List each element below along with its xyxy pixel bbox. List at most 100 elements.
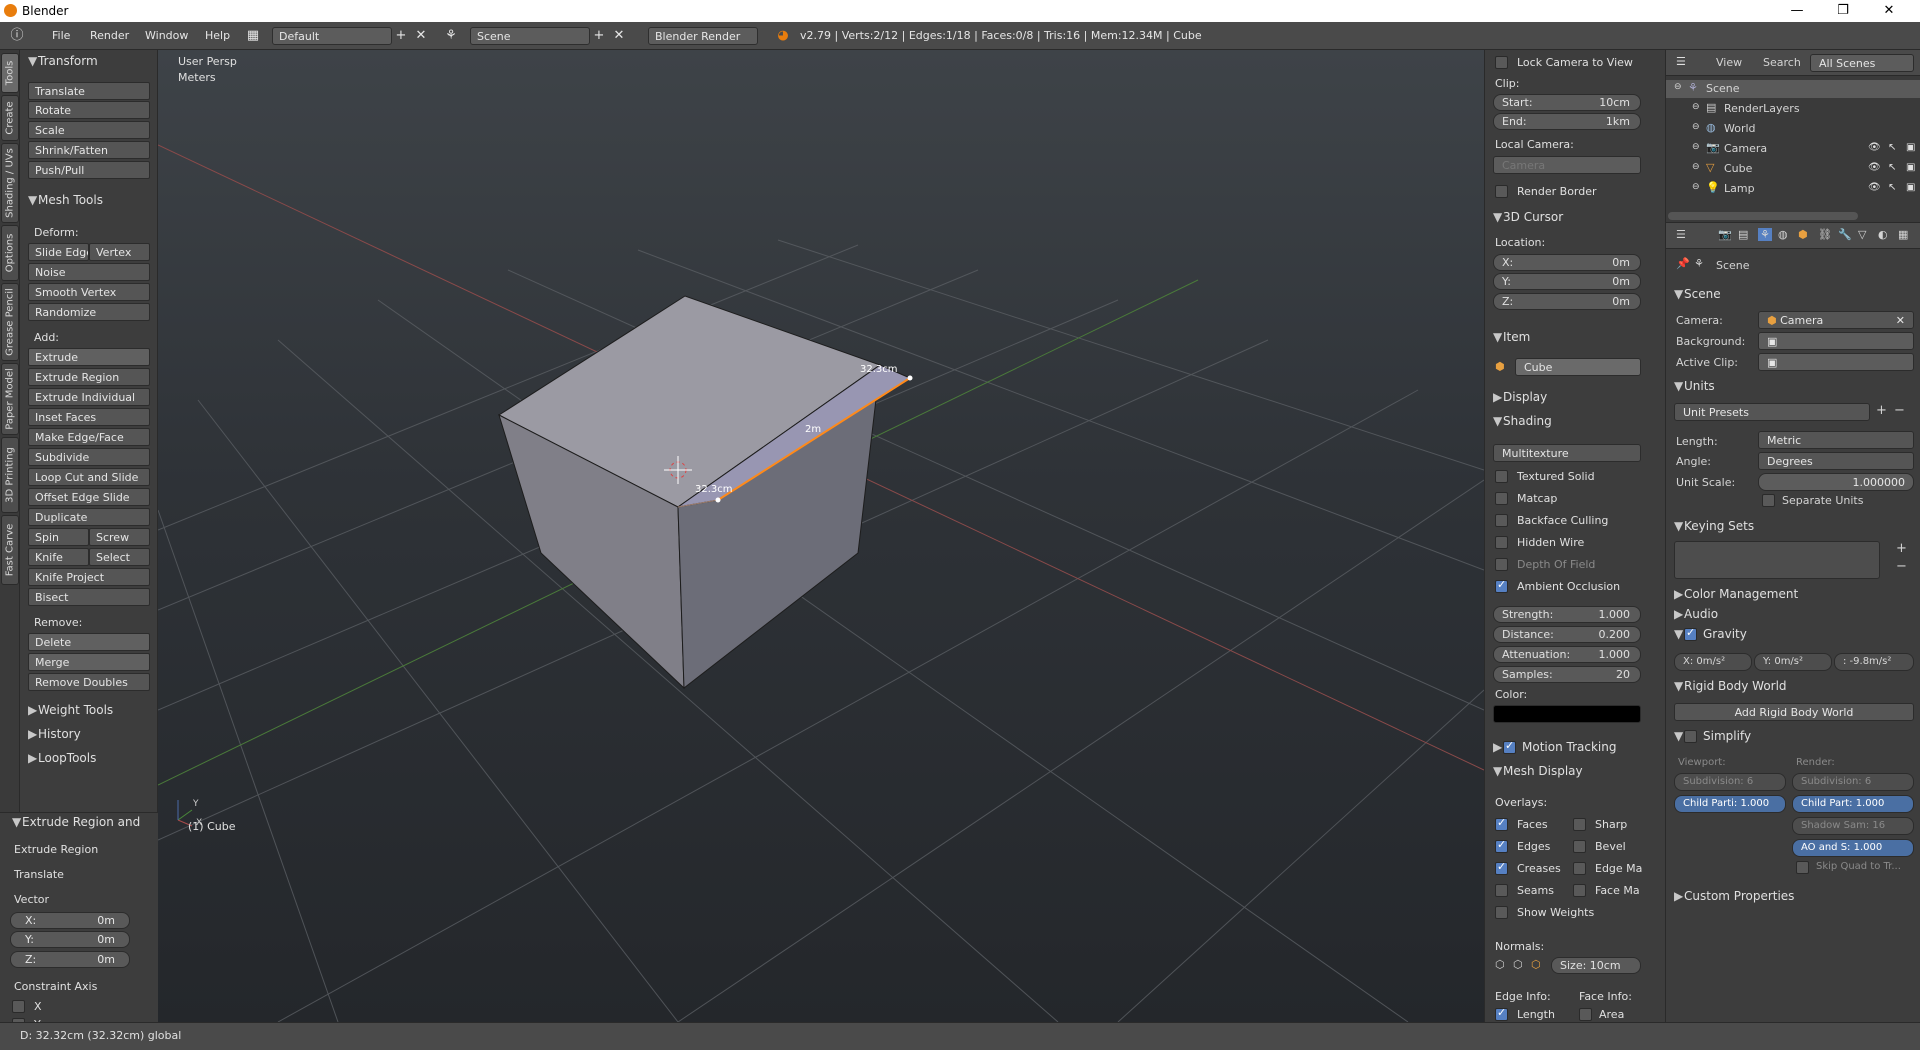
visibility-eye-icon[interactable]: 👁 bbox=[1868, 142, 1881, 153]
constraint-x-checkbox[interactable] bbox=[12, 1000, 25, 1013]
separate-units-checkbox[interactable] bbox=[1762, 494, 1775, 507]
remove-scene-icon[interactable]: ✕ bbox=[610, 27, 628, 45]
render-camera-icon[interactable]: ▣ bbox=[1906, 182, 1915, 193]
gravity-z-field[interactable]: : -9.8m/s² bbox=[1834, 653, 1914, 671]
units-panel-header[interactable]: ▼Units bbox=[1674, 379, 1715, 393]
scene-tab-icon[interactable]: ⚘ bbox=[1758, 228, 1772, 241]
render-layers-tab-icon[interactable]: ▤ bbox=[1738, 228, 1748, 241]
tab-create[interactable]: Create bbox=[1, 95, 19, 141]
angle-unit-select[interactable]: Degrees bbox=[1758, 452, 1914, 470]
translate-button[interactable]: Translate bbox=[28, 82, 150, 100]
expand-icon[interactable]: ⊖ bbox=[1674, 82, 1682, 92]
expand-icon[interactable]: ⊖ bbox=[1692, 162, 1700, 172]
duplicate-button[interactable]: Duplicate bbox=[28, 508, 150, 526]
overlay-checkbox[interactable] bbox=[1495, 816, 1508, 831]
shading-panel-header[interactable]: ▼Shading bbox=[1493, 414, 1552, 428]
unit-presets-select[interactable]: Unit Presets bbox=[1674, 403, 1870, 421]
loop-cut-button[interactable]: Loop Cut and Slide bbox=[28, 468, 150, 486]
tab-tools[interactable]: Tools bbox=[1, 53, 19, 93]
shadow-samples-field[interactable]: Shadow Sam: 16 bbox=[1792, 817, 1914, 835]
render-child-particles-field[interactable]: Child Part: 1.000 bbox=[1792, 795, 1914, 813]
scene-panel-header[interactable]: ▼Scene bbox=[1674, 287, 1721, 301]
data-tab-icon[interactable]: ▽ bbox=[1858, 228, 1866, 241]
screen-layout-icon[interactable]: ▦ bbox=[244, 27, 262, 45]
normals-face-icon[interactable]: ⬡ bbox=[1531, 958, 1541, 971]
expand-icon[interactable]: ⊖ bbox=[1692, 122, 1700, 132]
unit-scale-field[interactable]: 1.000000 bbox=[1758, 473, 1914, 491]
remove-unit-preset-button[interactable]: − bbox=[1894, 403, 1905, 418]
color-management-panel-header[interactable]: ▶Color Management bbox=[1674, 587, 1798, 601]
knife-button[interactable]: Knife bbox=[28, 548, 89, 566]
ao-field[interactable]: Strength: 1.000 bbox=[1493, 606, 1641, 623]
slide-edge-button[interactable]: Slide Edge bbox=[28, 243, 89, 261]
custom-properties-panel-header[interactable]: ▶Custom Properties bbox=[1674, 889, 1794, 903]
vector-z-field[interactable]: Z: 0m bbox=[10, 951, 130, 968]
add-rigid-body-world-button[interactable]: Add Rigid Body World bbox=[1674, 703, 1914, 721]
history-panel-header[interactable]: ▶History bbox=[28, 727, 81, 741]
shrink-fatten-button[interactable]: Shrink/Fatten bbox=[28, 141, 150, 159]
visibility-eye-icon[interactable]: 👁 bbox=[1868, 162, 1881, 173]
looptools-panel-header[interactable]: ▶LoopTools bbox=[28, 751, 96, 765]
overlay-checkbox[interactable] bbox=[1573, 840, 1586, 853]
face-area-checkbox[interactable] bbox=[1579, 1008, 1592, 1021]
outliner-item[interactable]: ⊖ ◍ World bbox=[1666, 120, 1920, 138]
keying-sets-panel-header[interactable]: ▼Keying Sets bbox=[1674, 519, 1754, 533]
screw-button[interactable]: Screw bbox=[89, 528, 150, 546]
scene-icon[interactable]: ⚘ bbox=[442, 27, 460, 45]
transform-panel-header[interactable]: ▼Transform bbox=[28, 54, 98, 68]
modifiers-tab-icon[interactable]: 🔧 bbox=[1838, 228, 1852, 241]
motion-tracking-checkbox[interactable] bbox=[1503, 739, 1516, 754]
rigid-body-world-panel-header[interactable]: ▼Rigid Body World bbox=[1674, 679, 1787, 693]
outliner-editor-icon[interactable]: ☰ bbox=[1676, 55, 1686, 68]
selectable-arrow-icon[interactable]: ↖ bbox=[1888, 142, 1896, 153]
add-unit-preset-button[interactable]: + bbox=[1876, 403, 1887, 418]
offset-edge-slide-button[interactable]: Offset Edge Slide bbox=[28, 488, 150, 506]
properties-editor-icon[interactable]: ☰ bbox=[1676, 228, 1686, 241]
render-subdivision-field[interactable]: Subdivision: 6 bbox=[1792, 773, 1914, 791]
mesh-tools-panel-header[interactable]: ▼Mesh Tools bbox=[28, 193, 103, 207]
scale-button[interactable]: Scale bbox=[28, 121, 150, 139]
vector-y-field[interactable]: Y: 0m bbox=[10, 931, 130, 948]
cursor-y-field[interactable]: Y: 0m bbox=[1493, 273, 1641, 290]
render-camera-icon[interactable]: ▣ bbox=[1906, 142, 1915, 153]
normals-loop-icon[interactable]: ⬡ bbox=[1513, 958, 1523, 971]
spin-button[interactable]: Spin bbox=[28, 528, 89, 546]
menu-file[interactable]: File bbox=[52, 29, 70, 42]
normals-vertex-icon[interactable]: ⬡ bbox=[1495, 958, 1505, 971]
remove-keying-set-button[interactable]: − bbox=[1896, 559, 1907, 574]
scene-camera-field[interactable]: ⬢ Camera ✕ bbox=[1758, 311, 1914, 329]
simplify-panel-header[interactable]: ▼ Simplify bbox=[1674, 729, 1751, 743]
overlay-checkbox[interactable] bbox=[1573, 818, 1586, 831]
gravity-checkbox[interactable] bbox=[1684, 626, 1697, 641]
outliner-display-mode-select[interactable]: All Scenes bbox=[1810, 54, 1914, 72]
merge-dropdown[interactable]: Merge bbox=[28, 653, 150, 671]
background-field[interactable]: ▣ bbox=[1758, 332, 1914, 350]
world-tab-icon[interactable]: ◍ bbox=[1778, 228, 1788, 241]
render-tab-icon[interactable]: 📷 bbox=[1718, 228, 1732, 241]
render-camera-icon[interactable]: ▣ bbox=[1906, 162, 1915, 173]
push-pull-button[interactable]: Push/Pull bbox=[28, 161, 150, 179]
shading-option-checkbox[interactable] bbox=[1495, 514, 1508, 527]
viewport-subdivision-field[interactable]: Subdivision: 6 bbox=[1674, 773, 1786, 791]
tab-fast-carve[interactable]: Fast Carve bbox=[1, 515, 19, 585]
mesh-display-panel-header[interactable]: ▼Mesh Display bbox=[1493, 764, 1583, 778]
extrude-dropdown[interactable]: Extrude bbox=[28, 348, 150, 366]
clip-end-field[interactable]: End: 1km bbox=[1493, 113, 1641, 130]
knife-select-button[interactable]: Select bbox=[89, 548, 150, 566]
gravity-y-field[interactable]: Y: 0m/s² bbox=[1754, 653, 1832, 671]
shading-option-checkbox[interactable] bbox=[1495, 578, 1508, 593]
outliner-item[interactable]: ⊖ ▤ RenderLayers bbox=[1666, 100, 1920, 118]
ao-field[interactable]: Attenuation: 1.000 bbox=[1493, 646, 1641, 663]
outliner-item[interactable]: ⊖ ⚘ Scene bbox=[1666, 80, 1920, 98]
smooth-vertex-button[interactable]: Smooth Vertex bbox=[28, 283, 150, 301]
tab-grease-pencil[interactable]: Grease Pencil bbox=[1, 283, 19, 361]
material-tab-icon[interactable]: ◐ bbox=[1878, 228, 1888, 241]
3d-cursor-panel-header[interactable]: ▼3D Cursor bbox=[1493, 210, 1563, 224]
3d-viewport[interactable]: User Persp Meters 32.3cm 2m 32.3cm Y X (… bbox=[158, 50, 1484, 1022]
scene-field[interactable]: Scene bbox=[470, 27, 590, 45]
rotate-button[interactable]: Rotate bbox=[28, 101, 150, 119]
outliner-view-menu[interactable]: View bbox=[1716, 56, 1742, 69]
overlay-checkbox[interactable] bbox=[1573, 884, 1586, 897]
outliner-search-menu[interactable]: Search bbox=[1763, 56, 1801, 69]
knife-project-button[interactable]: Knife Project bbox=[28, 568, 150, 586]
